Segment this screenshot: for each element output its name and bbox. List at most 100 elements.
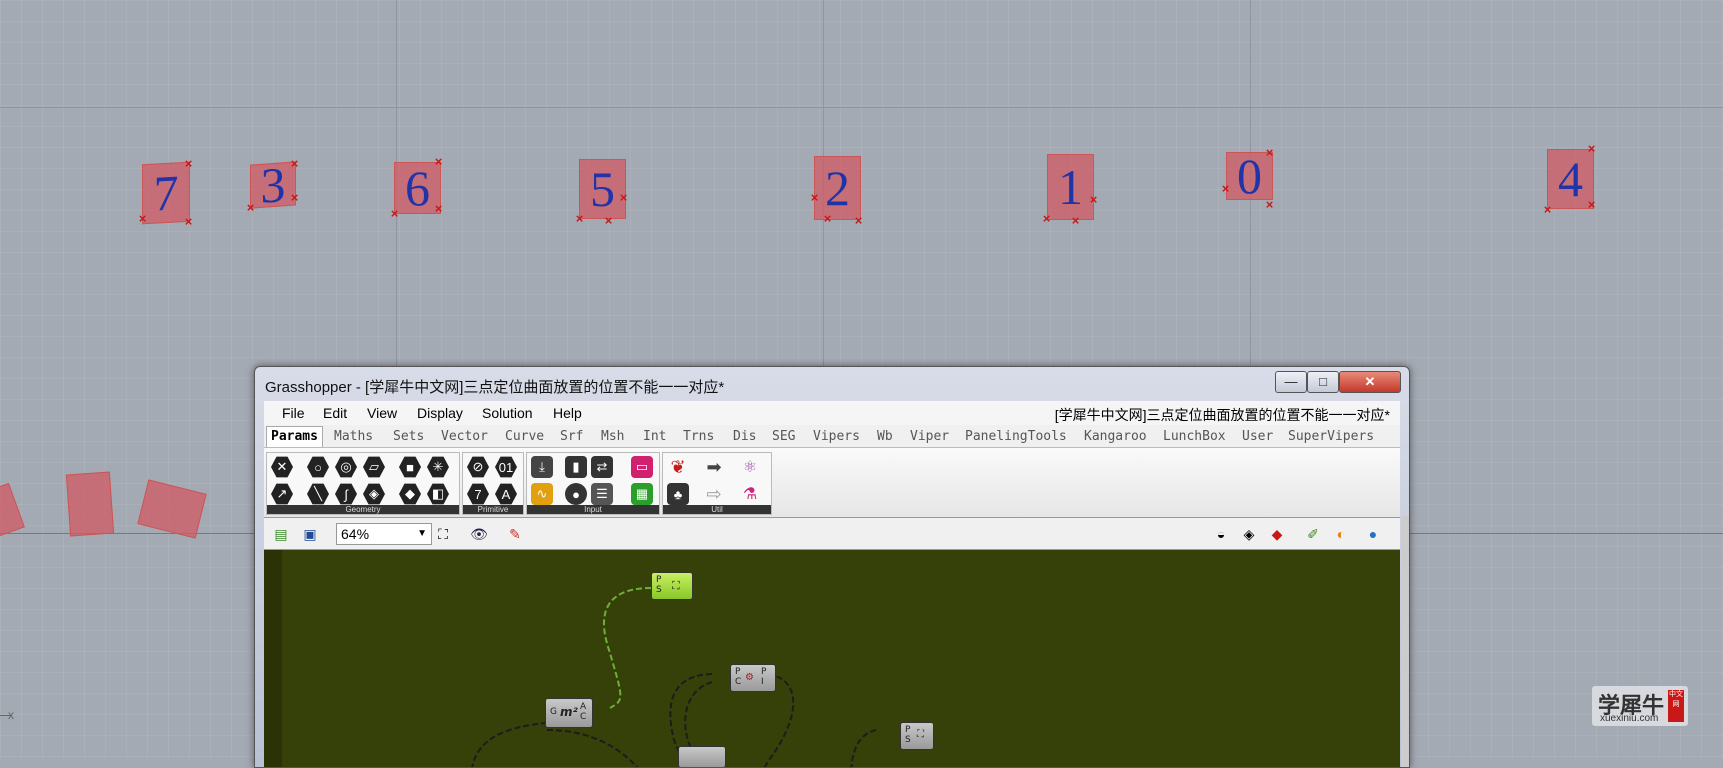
surface-tile-1[interactable]: 1 <box>1047 154 1094 220</box>
slider-icon[interactable]: ⇄ <box>591 456 613 478</box>
tab-maths[interactable]: Maths <box>334 429 373 444</box>
grasshopper-canvas[interactable]: P S ⛶ P C ⚙ P I G m² A C P S ⛶ <box>264 550 1400 767</box>
tree-icon[interactable]: ♣ <box>667 483 689 505</box>
save-icon[interactable]: ▣ <box>301 525 319 543</box>
tab-seg[interactable]: SEG <box>772 429 795 444</box>
zoom-extents-icon[interactable]: ⛶ <box>434 525 452 543</box>
gradient-icon[interactable]: ▭ <box>631 456 653 478</box>
integer-icon[interactable]: 01 <box>495 456 517 478</box>
tab-viper[interactable]: Viper <box>910 429 949 444</box>
menu-solution[interactable]: Solution <box>482 405 533 421</box>
tab-supervipers[interactable]: SuperVipers <box>1288 429 1374 444</box>
bottom-param-node[interactable]: P S ⛶ <box>900 722 934 750</box>
cherry-icon[interactable]: ❦ <box>667 456 689 478</box>
selected-preview-icon[interactable]: ◆ <box>1268 525 1286 543</box>
window-titlebar[interactable]: Grasshopper - [学犀牛中文网]三点定位曲面放置的位置不能一一对应*… <box>255 367 1409 399</box>
flask-icon[interactable]: ⚗ <box>739 483 761 505</box>
tab-trns[interactable]: Trns <box>683 429 714 444</box>
tab-int[interactable]: Int <box>643 429 666 444</box>
surface-tile-lower[interactable] <box>0 482 25 541</box>
tab-srf[interactable]: Srf <box>560 429 583 444</box>
text-icon[interactable]: A <box>495 483 517 505</box>
close-button[interactable]: ✕ <box>1339 371 1401 393</box>
preview-eye-icon[interactable]: 👁 <box>470 525 488 543</box>
menu-display[interactable]: Display <box>417 405 463 421</box>
arrow-outline-icon[interactable]: ⇨ <box>703 483 725 505</box>
point-marker: × <box>1265 197 1274 212</box>
tab-sets[interactable]: Sets <box>393 429 424 444</box>
menu-view[interactable]: View <box>367 405 397 421</box>
point-marker: × <box>1071 213 1080 228</box>
tab-wb[interactable]: Wb <box>877 429 893 444</box>
number-icon[interactable]: 7 <box>467 483 489 505</box>
import-icon[interactable]: ⤓ <box>531 456 553 478</box>
brep-icon[interactable]: ▱ <box>363 456 385 478</box>
box-icon[interactable]: ■ <box>399 456 421 478</box>
line-icon[interactable]: ╲ <box>307 483 329 505</box>
arrow-icon[interactable]: ↗ <box>271 483 293 505</box>
green-param-node[interactable]: P S ⛶ <box>651 572 693 600</box>
canvas-toolbar: ▤ ▣ 64% ▼ ⛶ 👁 ✎ ◒ ◈ ◆ ✐ ◐ ● <box>264 519 1400 550</box>
tab-msh[interactable]: Msh <box>601 429 624 444</box>
surface-tile-2[interactable]: 2 <box>814 156 861 220</box>
menu-edit[interactable]: Edit <box>323 405 347 421</box>
curve-icon[interactable]: ◎ <box>335 456 357 478</box>
tab-dis[interactable]: Dis <box>733 429 756 444</box>
surface-tile-lower[interactable] <box>137 479 207 539</box>
field-icon[interactable]: ✳ <box>427 456 449 478</box>
mesh-icon[interactable]: ◆ <box>399 483 421 505</box>
panel-label-input: Input <box>527 505 659 514</box>
tab-kangaroo[interactable]: Kangaroo <box>1084 429 1147 444</box>
bake-icon[interactable]: ✐ <box>1304 525 1322 543</box>
tab-user[interactable]: User <box>1242 429 1273 444</box>
surface-tile-lower[interactable] <box>65 471 115 537</box>
area-component-node[interactable]: G m² A C <box>545 698 593 728</box>
zoom-select[interactable]: 64% ▼ <box>336 523 432 545</box>
sketch-icon[interactable]: ✎ <box>506 525 524 543</box>
group-icon[interactable]: ◧ <box>427 483 449 505</box>
tab-params[interactable]: Params <box>266 426 323 447</box>
panel-label-geometry: Geometry <box>267 505 459 514</box>
tab-lunchbox[interactable]: LunchBox <box>1163 429 1226 444</box>
toggle-icon[interactable]: ▮ <box>565 456 587 478</box>
grasshopper-window[interactable]: Grasshopper - [学犀牛中文网]三点定位曲面放置的位置不能一一对应*… <box>254 366 1410 768</box>
panel-geometry: ✕ ○ ◎ ▱ ■ ✳ ↗ ╲ ∫ ◈ ◆ ◧ Geometry <box>266 452 460 515</box>
tab-vector[interactable]: Vector <box>441 429 488 444</box>
open-file-icon[interactable]: ▤ <box>272 525 290 543</box>
arrow-right-icon[interactable]: ➡ <box>703 456 725 478</box>
panel-util: ❦ ➡ ⚛ ♣ ⇨ ⚗ Util <box>662 452 772 515</box>
menu-help[interactable]: Help <box>553 405 582 421</box>
canvas-scrollbar[interactable] <box>1401 516 1409 767</box>
node-inputs: P S <box>905 725 911 745</box>
wireframe-icon[interactable]: ◒ <box>1212 525 1230 543</box>
maximize-button[interactable]: □ <box>1307 371 1339 393</box>
menu-file[interactable]: File <box>282 405 305 421</box>
geometry-icon[interactable]: ✕ <box>271 456 293 478</box>
wire-green <box>603 587 652 709</box>
matrix-icon[interactable]: ▦ <box>631 483 653 505</box>
chevron-down-icon[interactable]: ▼ <box>417 524 427 544</box>
polyline-icon[interactable]: ∫ <box>335 483 357 505</box>
surface-param-node[interactable]: P C ⚙ P I <box>730 664 776 692</box>
tab-curve[interactable]: Curve <box>505 429 544 444</box>
surface-tile-5[interactable]: 5 <box>579 159 626 219</box>
display-mode-icon[interactable]: ● <box>1364 525 1382 543</box>
surface-tile-7[interactable]: 7 <box>142 161 190 225</box>
tab-vipers[interactable]: Vipers <box>813 429 860 444</box>
boolean-icon[interactable]: ⊘ <box>467 456 489 478</box>
partial-node[interactable] <box>678 746 726 767</box>
material-icon[interactable]: ◐ <box>1332 525 1350 543</box>
shaded-icon[interactable]: ◈ <box>1240 525 1258 543</box>
minimize-button[interactable]: — <box>1275 371 1307 393</box>
button-icon[interactable]: ● <box>565 483 587 505</box>
graph-icon[interactable]: ∿ <box>531 483 553 505</box>
tab-panelingtools[interactable]: PanelingTools <box>965 429 1067 444</box>
area-glyph: m² <box>560 705 578 719</box>
node-outputs: A C <box>580 702 587 722</box>
list-icon[interactable]: ☰ <box>591 483 613 505</box>
surface-icon[interactable]: ◈ <box>363 483 385 505</box>
circle-icon[interactable]: ○ <box>307 456 329 478</box>
wire-bottom-node <box>850 729 877 767</box>
nucleus-icon[interactable]: ⚛ <box>739 456 761 478</box>
component-ribbon: ✕ ○ ◎ ▱ ■ ✳ ↗ ╲ ∫ ◈ ◆ ◧ Geometry ⊘ 01 7 … <box>264 448 1400 518</box>
